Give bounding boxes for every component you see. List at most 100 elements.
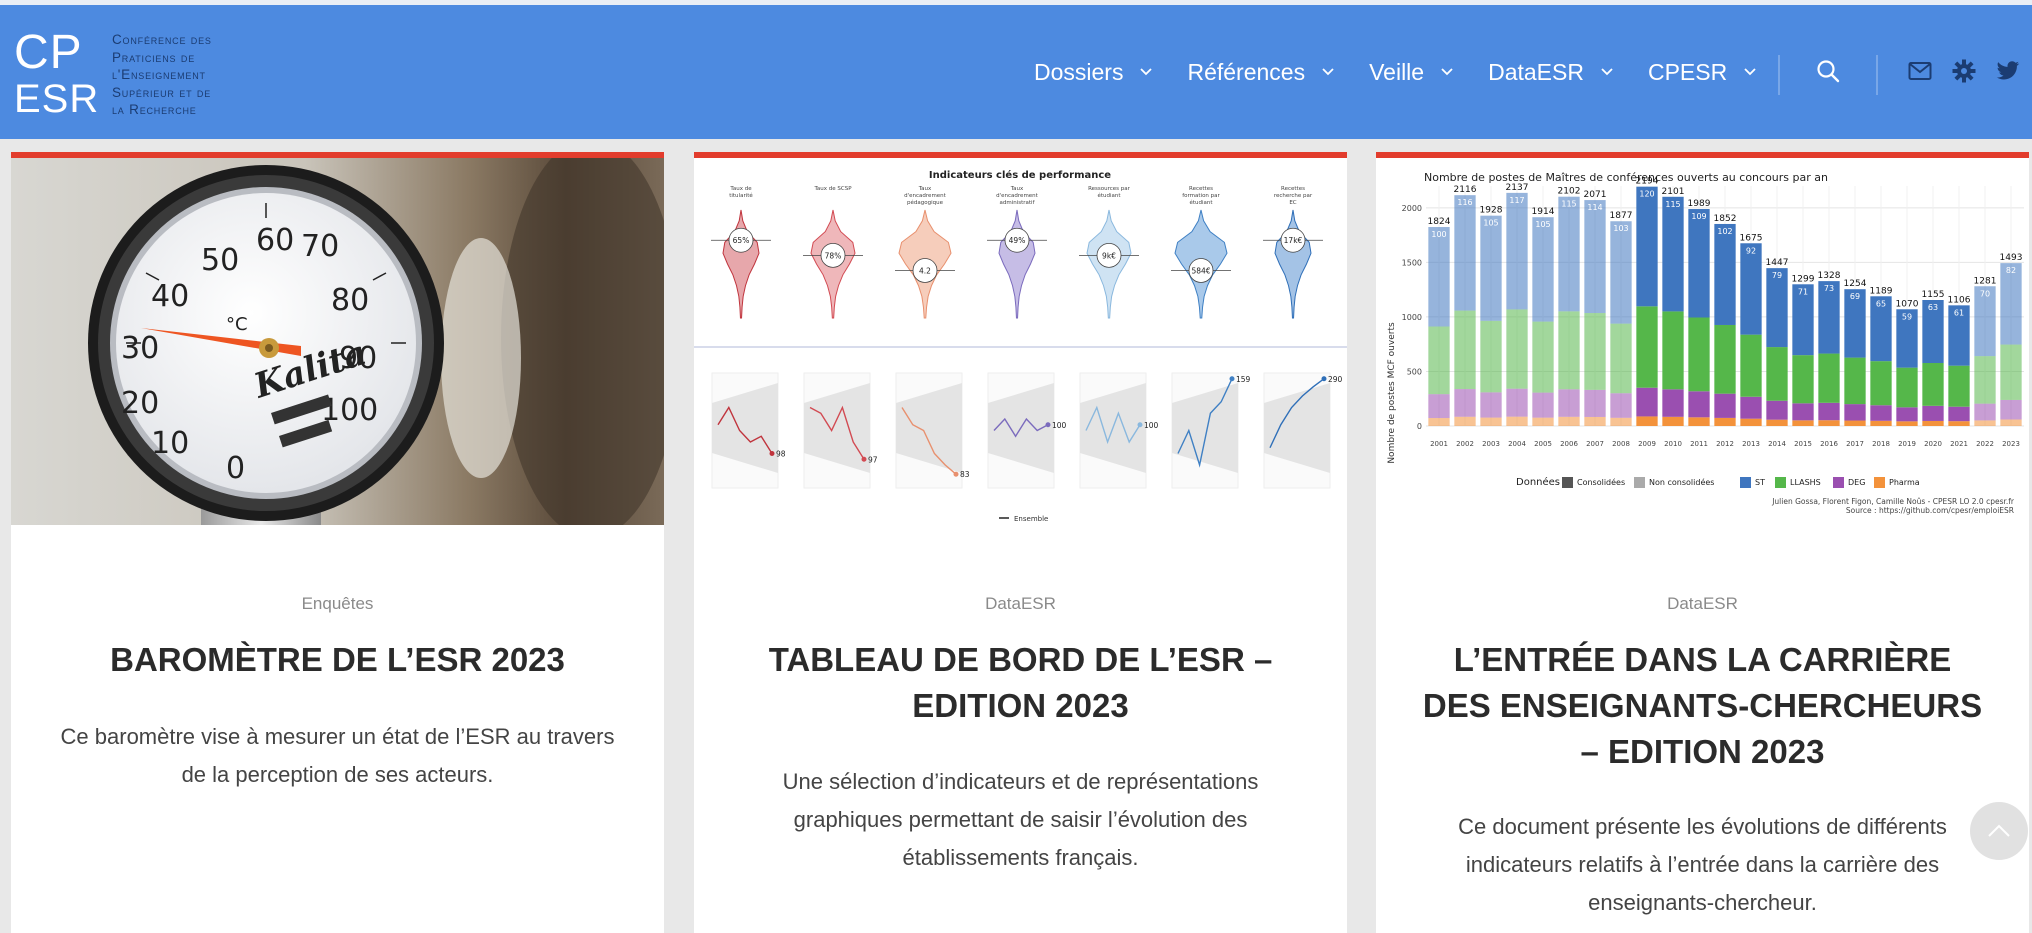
bar-total-label: 2194 bbox=[1636, 177, 1659, 187]
chart-ylabel: Nombre de postes MCF ouverts bbox=[1387, 322, 1397, 464]
series-end-point bbox=[1045, 422, 1051, 428]
bar-segment bbox=[1662, 389, 1684, 417]
bar-segment bbox=[1480, 215, 1502, 321]
bar-segment bbox=[1818, 402, 1840, 421]
card-category[interactable]: DataESR bbox=[1376, 594, 2029, 614]
bar-inner-label: 71 bbox=[1798, 287, 1808, 296]
x-tick-label: 2012 bbox=[1716, 440, 1734, 448]
card-title[interactable]: L’ENTRÉE DANS LA CARRIÈRE DES ENSEIGNANT… bbox=[1416, 637, 1989, 775]
bar-segment bbox=[1688, 209, 1710, 318]
bar-inner-label: 109 bbox=[1691, 212, 1706, 221]
violin-label: étudiant bbox=[1189, 199, 1213, 206]
twitter-icon[interactable] bbox=[1994, 57, 2022, 85]
bar-segment bbox=[2000, 419, 2022, 426]
card-image-dashboard[interactable]: Indicateurs clés de performance Taux de t… bbox=[694, 158, 1347, 525]
bar-segment bbox=[1948, 365, 1970, 407]
bar-segment bbox=[1870, 405, 1892, 421]
bar-total-label: 1989 bbox=[1688, 199, 1711, 209]
bar-segment bbox=[1636, 306, 1658, 388]
bar-segment bbox=[1454, 389, 1476, 417]
article-card[interactable]: Indicateurs clés de performance Taux de t… bbox=[694, 152, 1347, 933]
violin-value: 584€ bbox=[1191, 266, 1210, 275]
logo-abbr-top: CP bbox=[14, 26, 83, 79]
bar-inner-label: 105 bbox=[1483, 219, 1498, 228]
bar-total-label: 1877 bbox=[1610, 211, 1633, 221]
bar-total-label: 1254 bbox=[1844, 279, 1867, 289]
nav-item-dossiers[interactable]: Dossiers bbox=[1034, 52, 1153, 92]
bar-segment bbox=[1974, 403, 1996, 421]
bar-segment bbox=[1688, 417, 1710, 426]
bar-inner-label: 105 bbox=[1535, 220, 1550, 229]
nav-item-dataesr[interactable]: DataESR bbox=[1488, 52, 1614, 92]
gear-icon[interactable] bbox=[1950, 57, 1978, 85]
bar-segment bbox=[1558, 416, 1580, 426]
violin-label: titularité bbox=[729, 192, 753, 199]
series-end-value: 98 bbox=[776, 450, 786, 459]
bar-segment bbox=[1662, 416, 1684, 426]
violin-value: 9k€ bbox=[1102, 251, 1116, 260]
article-card[interactable]: 20 30 40 50 60 70 80 90 100 10 0 °C Kali… bbox=[11, 152, 664, 933]
card-category[interactable]: DataESR bbox=[694, 594, 1347, 614]
bar-segment bbox=[1792, 403, 1814, 421]
bar-segment bbox=[1766, 400, 1788, 420]
dial-number: 0 bbox=[226, 451, 245, 486]
dashboard-legend: Ensemble bbox=[1014, 515, 1048, 523]
bar-inner-label: 114 bbox=[1587, 203, 1602, 212]
x-tick-label: 2006 bbox=[1560, 440, 1578, 448]
dial-unit: °C bbox=[226, 314, 248, 335]
bar-segment bbox=[1714, 223, 1736, 325]
dial-number: 20 bbox=[121, 386, 159, 421]
site-logo[interactable]: CP ESR Conférence des Praticiens de l'En… bbox=[14, 26, 264, 120]
nav-label: CPESR bbox=[1647, 58, 1728, 85]
dial-number: 100 bbox=[321, 393, 378, 428]
logo-line: la Recherche bbox=[112, 102, 197, 117]
bar-segment bbox=[1974, 356, 1996, 404]
x-tick-label: 2015 bbox=[1794, 440, 1812, 448]
violin-label: Ressources par bbox=[1088, 186, 1131, 192]
x-tick-label: 2023 bbox=[2002, 440, 2020, 448]
chart-source: Source : https://github.com/cpesr/emploi… bbox=[1846, 506, 2014, 515]
bar-segment bbox=[1818, 420, 1840, 426]
bar-segment bbox=[1480, 392, 1502, 418]
mail-icon[interactable] bbox=[1906, 57, 1934, 85]
x-tick-label: 2019 bbox=[1898, 440, 1916, 448]
card-title[interactable]: BAROMÈTRE DE L’ESR 2023 bbox=[51, 637, 624, 683]
scroll-to-top-button[interactable] bbox=[1970, 802, 2028, 860]
bar-total-label: 1447 bbox=[1766, 258, 1789, 268]
card-image-thermometer[interactable]: 20 30 40 50 60 70 80 90 100 10 0 °C Kali… bbox=[11, 158, 664, 525]
card-title[interactable]: TABLEAU DE BORD DE L’ESR – EDITION 2023 bbox=[734, 637, 1307, 729]
bar-total-label: 1328 bbox=[1818, 271, 1841, 281]
bar-inner-label: 59 bbox=[1902, 312, 1912, 321]
series-end-point bbox=[1321, 376, 1327, 382]
search-icon[interactable] bbox=[1814, 57, 1842, 85]
bar-segment bbox=[1610, 323, 1632, 394]
chevron-down-icon bbox=[1601, 68, 1613, 76]
bar-segment bbox=[1428, 418, 1450, 426]
card-description: Ce document présente les évolutions de d… bbox=[1458, 814, 1947, 915]
bar-total-label: 1189 bbox=[1870, 286, 1893, 296]
article-card[interactable]: Nombre de postes de Maîtres de conférenc… bbox=[1376, 152, 2029, 933]
violin-label: pédagogique bbox=[907, 199, 944, 206]
series-end-value: 83 bbox=[960, 470, 970, 479]
violin-value: 65% bbox=[733, 236, 750, 245]
nav-item-references[interactable]: Références bbox=[1187, 52, 1335, 92]
legend-swatch bbox=[1874, 477, 1885, 488]
dial-number: 70 bbox=[301, 229, 339, 264]
bar-segment bbox=[1428, 326, 1450, 395]
nav-item-cpesr[interactable]: CPESR bbox=[1648, 52, 1757, 92]
dial-number: 40 bbox=[151, 279, 189, 314]
bar-inner-label: 117 bbox=[1509, 196, 1524, 205]
card-category[interactable]: Enquêtes bbox=[11, 594, 664, 614]
nav-item-veille[interactable]: Veille bbox=[1369, 52, 1454, 92]
bar-segment bbox=[1480, 417, 1502, 426]
bar-segment bbox=[1584, 313, 1606, 390]
bar-inner-label: 100 bbox=[1431, 230, 1446, 239]
card-image-chart[interactable]: Nombre de postes de Maîtres de conférenc… bbox=[1376, 158, 2029, 525]
violin-label: étudiant bbox=[1097, 192, 1121, 199]
bar-segment bbox=[1896, 407, 1918, 422]
bar-segment bbox=[1766, 419, 1788, 426]
violin-label: Taux bbox=[1010, 186, 1024, 192]
y-tick-label: 2000 bbox=[1402, 204, 1422, 213]
bar-segment bbox=[1974, 420, 1996, 426]
legend-title: Données bbox=[1516, 476, 1560, 488]
